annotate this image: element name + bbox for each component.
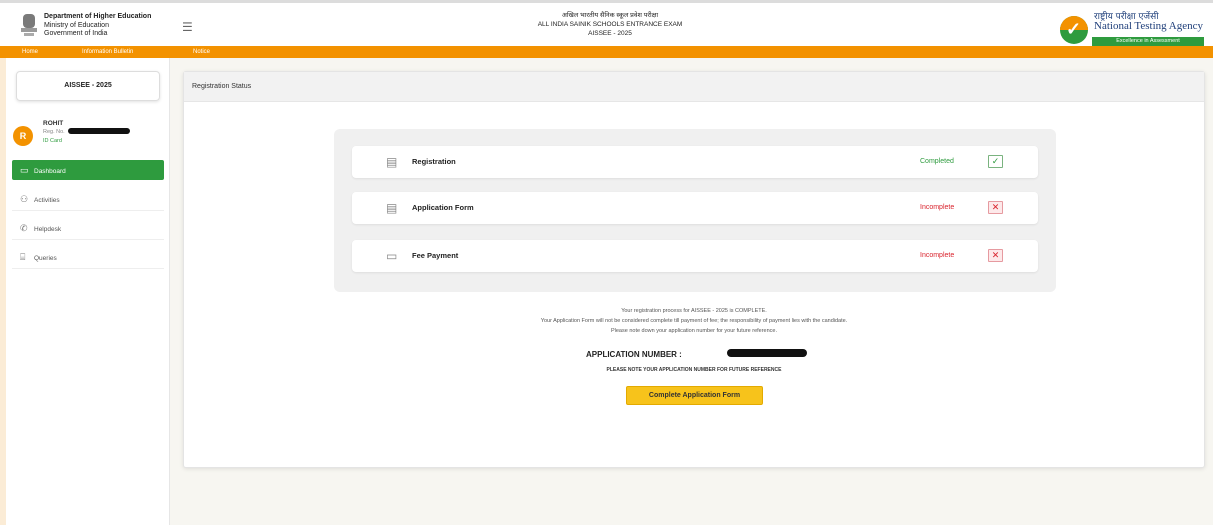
- redacted-user-id: [68, 128, 130, 134]
- activities-icon: ⚇: [20, 194, 29, 204]
- queries-icon: ⌸: [20, 252, 26, 262]
- row-label: Application Form: [412, 203, 474, 212]
- form-icon: ▤: [386, 201, 398, 215]
- application-number-note: PLEASE NOTE YOUR APPLICATION NUMBER FOR …: [606, 367, 782, 373]
- status-badge: Incomplete: [920, 204, 955, 211]
- user-name: ROHIT: [43, 120, 64, 127]
- national-emblem-icon: [21, 14, 37, 36]
- exam-title: अखिल भारतीय सैनिक स्कूल प्रवेश परीक्षा A…: [470, 11, 750, 38]
- sidebar-item-label: Activities: [34, 197, 60, 204]
- sidebar-divider: [12, 268, 164, 269]
- dashboard-icon: ▭: [20, 165, 29, 175]
- nta-tagline: Excellence in Assessment: [1092, 37, 1204, 46]
- row-label: Registration: [412, 157, 456, 166]
- message-line-3: Please note down your application number…: [610, 328, 777, 334]
- exam-title-hindi: अखिल भारतीय सैनिक स्कूल प्रवेश परीक्षा: [561, 12, 659, 19]
- top-header: Department of Higher Education Ministry …: [0, 0, 1213, 46]
- message-line-1: Your registration process for AISSEE - 2…: [621, 308, 767, 314]
- exam-session: AISSEE - 2025: [588, 30, 632, 37]
- sidebar-item-helpdesk[interactable]: ✆ Helpdesk: [12, 218, 164, 238]
- user-id-card-link[interactable]: ID Card: [43, 138, 62, 144]
- department-text: Department of Higher Education Ministry …: [44, 13, 151, 39]
- sidebar-divider: [12, 239, 164, 240]
- nav-home[interactable]: Home: [22, 46, 38, 58]
- nta-english-name: National Testing Agency: [1094, 20, 1204, 32]
- nav-information-bulletin[interactable]: Information Bulletin: [82, 46, 133, 58]
- message-line-2: Your Application Form will not be consid…: [540, 318, 848, 324]
- sidebar-item-activities[interactable]: ⚇ Activities: [12, 189, 164, 209]
- application-number-label: APPLICATION NUMBER :: [586, 350, 682, 359]
- avatar: R: [13, 126, 33, 146]
- sidebar-divider: [12, 210, 164, 211]
- status-badge: Incomplete: [920, 252, 955, 259]
- orange-nav-bar: Home Information Bulletin Notice: [0, 46, 1213, 58]
- exam-title-english: ALL INDIA SAINIK SCHOOLS ENTRANCE EXAM: [537, 21, 683, 28]
- dept-line-2: Ministry of Education: [44, 21, 109, 29]
- status-badge: Completed: [920, 158, 954, 165]
- status-row-application-form: ▤ Application Form Incomplete ✕: [352, 192, 1038, 224]
- sidebar-item-queries[interactable]: ⌸ Queries: [12, 247, 164, 267]
- sidebar-item-dashboard[interactable]: ▭ Dashboard: [12, 160, 164, 180]
- nta-logo-block: राष्ट्रीय परीक्षा एजेंसी National Testin…: [1058, 9, 1208, 47]
- cross-icon: ✕: [988, 249, 1003, 262]
- nta-logo-icon: [1060, 16, 1088, 44]
- status-row-fee-payment: ▭ Fee Payment Incomplete ✕: [352, 240, 1038, 272]
- redacted-application-number: [727, 349, 807, 357]
- registration-status-card: Registration Status ▤ Registration Compl…: [183, 71, 1205, 468]
- status-row-registration: ▤ Registration Completed ✓: [352, 146, 1038, 178]
- check-icon: ✓: [988, 155, 1003, 168]
- phone-icon: ✆: [20, 223, 28, 233]
- sidebar-item-label: Queries: [34, 255, 57, 262]
- cross-icon: ✕: [988, 201, 1003, 214]
- status-panel: ▤ Registration Completed ✓ ▤ Application…: [334, 129, 1056, 292]
- section-title: Registration Status: [184, 72, 1204, 102]
- sidebar: AISSEE - 2025 R ROHIT Reg. No. ID Card ▭…: [0, 58, 170, 525]
- dept-line-1: Department of Higher Education: [44, 13, 152, 20]
- sidebar-exam-label: AISSEE - 2025: [16, 71, 160, 101]
- sidebar-item-label: Helpdesk: [34, 226, 62, 233]
- row-label: Fee Payment: [412, 251, 459, 260]
- nav-notice[interactable]: Notice: [193, 46, 210, 58]
- user-registration-label: Reg. No.: [43, 129, 65, 135]
- payment-icon: ▭: [386, 249, 398, 263]
- dept-line-3: Government of India: [44, 30, 108, 37]
- sidebar-item-label: Dashboard: [34, 168, 66, 175]
- registration-icon: ▤: [386, 155, 398, 169]
- complete-application-form-button[interactable]: Complete Application Form: [626, 386, 763, 405]
- hamburger-icon[interactable]: ☰: [182, 20, 193, 34]
